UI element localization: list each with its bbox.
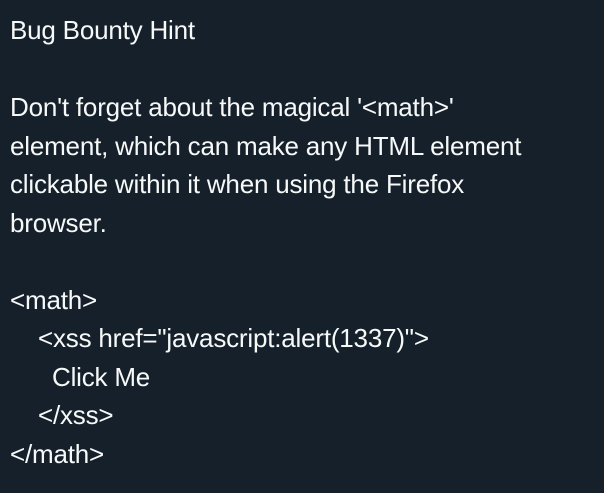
code-line-math-open: <math>: [10, 284, 97, 315]
body-line: Don't forget about the magical '<math>': [10, 92, 454, 122]
body-line: element, which can make any HTML element: [10, 130, 522, 161]
code-line-xss-open: <xss href="javascript:alert(1337)">: [38, 323, 429, 353]
code-line-math-close: </math>: [10, 438, 104, 469]
body-line: clickable within it when using the Firef…: [10, 169, 465, 199]
code-line-click-me: Click Me: [52, 361, 151, 392]
code-line-xss-close: </xss>: [38, 400, 114, 430]
post-text: Bug Bounty Hint Don't forget about the m…: [0, 0, 604, 493]
body-line: browser.: [10, 207, 107, 238]
post-title: Bug Bounty Hint: [10, 15, 195, 45]
